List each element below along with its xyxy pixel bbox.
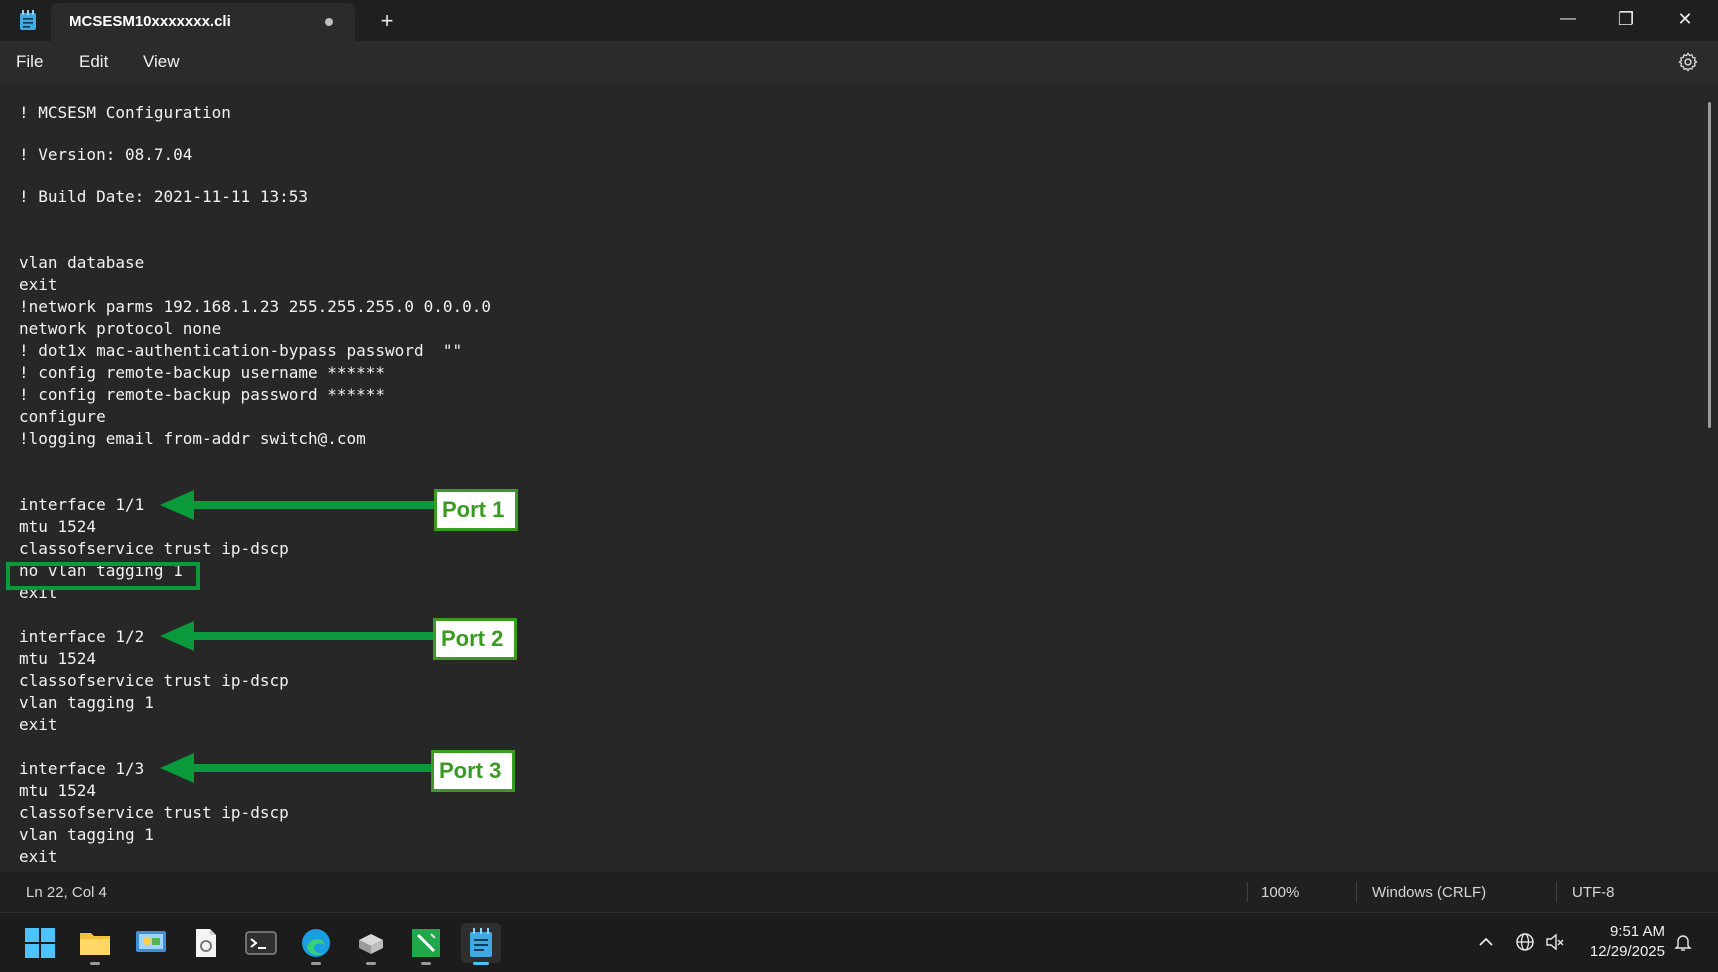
notepad-app-icon (20, 10, 36, 30)
notepad-icon (470, 928, 492, 957)
port1-label: Port 1 (434, 489, 518, 531)
arrow-port2-icon (160, 621, 435, 651)
running-indicator (421, 962, 431, 965)
text-line: ! config remote-backup password ****** (19, 385, 386, 404)
terminal-button[interactable] (241, 923, 281, 963)
text-line: mtu 1524 (19, 517, 97, 536)
edge-button[interactable] (296, 923, 336, 965)
unsaved-indicator-icon[interactable] (325, 18, 333, 26)
clock-time: 9:51 AM (1609, 923, 1665, 940)
text-line: ! Build Date: 2021-11-11 13:53 (19, 187, 308, 206)
arrow-port3-icon (160, 753, 433, 783)
port2-label: Port 2 (433, 618, 517, 660)
arrow-port1-icon (160, 490, 435, 520)
text-line: interface 1/3 (19, 759, 145, 778)
text-line: vlan tagging 1 (19, 825, 154, 844)
text-line: ! config remote-backup username ****** (19, 363, 386, 382)
control-panel-icon (136, 931, 166, 952)
notepad-button[interactable] (461, 923, 501, 965)
divider (1556, 882, 1557, 902)
line-endings[interactable]: Windows (CRLF) (1372, 884, 1486, 901)
running-indicator (366, 962, 376, 965)
close-button[interactable]: ✕ (1670, 6, 1700, 32)
text-line: network protocol none (19, 319, 222, 338)
text-line: mtu 1524 (19, 781, 97, 800)
running-indicator (311, 962, 321, 965)
text-line: vlan database (19, 253, 145, 272)
settings-gear-icon[interactable] (1677, 51, 1699, 73)
file-explorer-button[interactable] (75, 923, 115, 965)
speaker-muted-icon[interactable] (1544, 931, 1566, 953)
clock[interactable]: 9:51 AM 12/29/2025 (1565, 923, 1665, 960)
document-settings-button[interactable] (186, 923, 226, 963)
text-line: ! dot1x mac-authentication-bypass passwo… (19, 341, 463, 360)
text-line: ! Version: 08.7.04 (19, 145, 193, 164)
text-line: ! MCSESM Configuration (19, 103, 231, 122)
network-tool-button[interactable] (351, 923, 391, 965)
text-line: vlan tagging 1 (19, 693, 154, 712)
divider (1356, 882, 1357, 902)
terminal-icon (245, 931, 277, 955)
clock-date: 12/29/2025 (1589, 943, 1665, 960)
text-line: classofservice trust ip-dscp (19, 803, 289, 822)
new-tab-button[interactable]: + (376, 7, 398, 35)
cursor-position: Ln 22, Col 4 (26, 884, 107, 901)
text-line: !network parms 192.168.1.23 255.255.255.… (19, 297, 492, 316)
folder-icon (80, 933, 110, 955)
network-tool-icon (359, 934, 383, 954)
menu-view[interactable]: View (143, 52, 180, 72)
text-line: exit (19, 275, 58, 294)
port3-label: Port 3 (431, 750, 515, 792)
control-panel-button[interactable] (131, 923, 171, 963)
network-globe-icon[interactable] (1514, 931, 1536, 953)
text-line: interface 1/2 (19, 627, 145, 646)
zoom-level[interactable]: 100% (1261, 884, 1299, 901)
text-line: configure (19, 407, 106, 426)
text-line: classofservice trust ip-dscp (19, 671, 289, 690)
vertical-scrollbar[interactable] (1708, 102, 1711, 428)
menu-bar: File Edit View (0, 41, 1718, 82)
text-line: classofservice trust ip-dscp (19, 539, 289, 558)
edit-tool-button[interactable] (406, 923, 446, 965)
notification-bell-icon[interactable] (1672, 931, 1694, 953)
text-line: exit (19, 847, 58, 866)
encoding[interactable]: UTF-8 (1572, 884, 1615, 901)
text-editor[interactable]: ! MCSESM Configuration ! Version: 08.7.0… (0, 82, 1718, 872)
windows-logo-icon (25, 928, 55, 958)
edit-tool-icon (412, 929, 440, 957)
status-bar: Ln 22, Col 4 100% Windows (CRLF) UTF-8 (0, 872, 1718, 912)
running-indicator (90, 962, 100, 965)
highlight-box (6, 562, 200, 590)
taskbar: 9:51 AM 12/29/2025 (0, 912, 1718, 972)
running-indicator (473, 962, 489, 965)
document-settings-icon (196, 929, 216, 957)
text-line: interface 1/1 (19, 495, 145, 514)
file-tab[interactable]: MCSESM10xxxxxxx.cli (51, 3, 355, 41)
restore-button[interactable]: ❐ (1611, 6, 1641, 32)
text-line: exit (19, 715, 58, 734)
text-line: mtu 1524 (19, 649, 97, 668)
minimize-button[interactable]: — (1553, 6, 1583, 32)
text-line: !logging email from-addr switch@.com (19, 429, 366, 448)
edge-icon (302, 929, 330, 957)
start-button[interactable] (20, 923, 60, 963)
title-bar: MCSESM10xxxxxxx.cli + — ❐ ✕ (0, 0, 1718, 41)
menu-file[interactable]: File (16, 52, 43, 72)
divider (1247, 882, 1248, 902)
menu-edit[interactable]: Edit (79, 52, 108, 72)
chevron-up-icon[interactable] (1475, 931, 1497, 953)
tab-title: MCSESM10xxxxxxx.cli (69, 13, 231, 30)
